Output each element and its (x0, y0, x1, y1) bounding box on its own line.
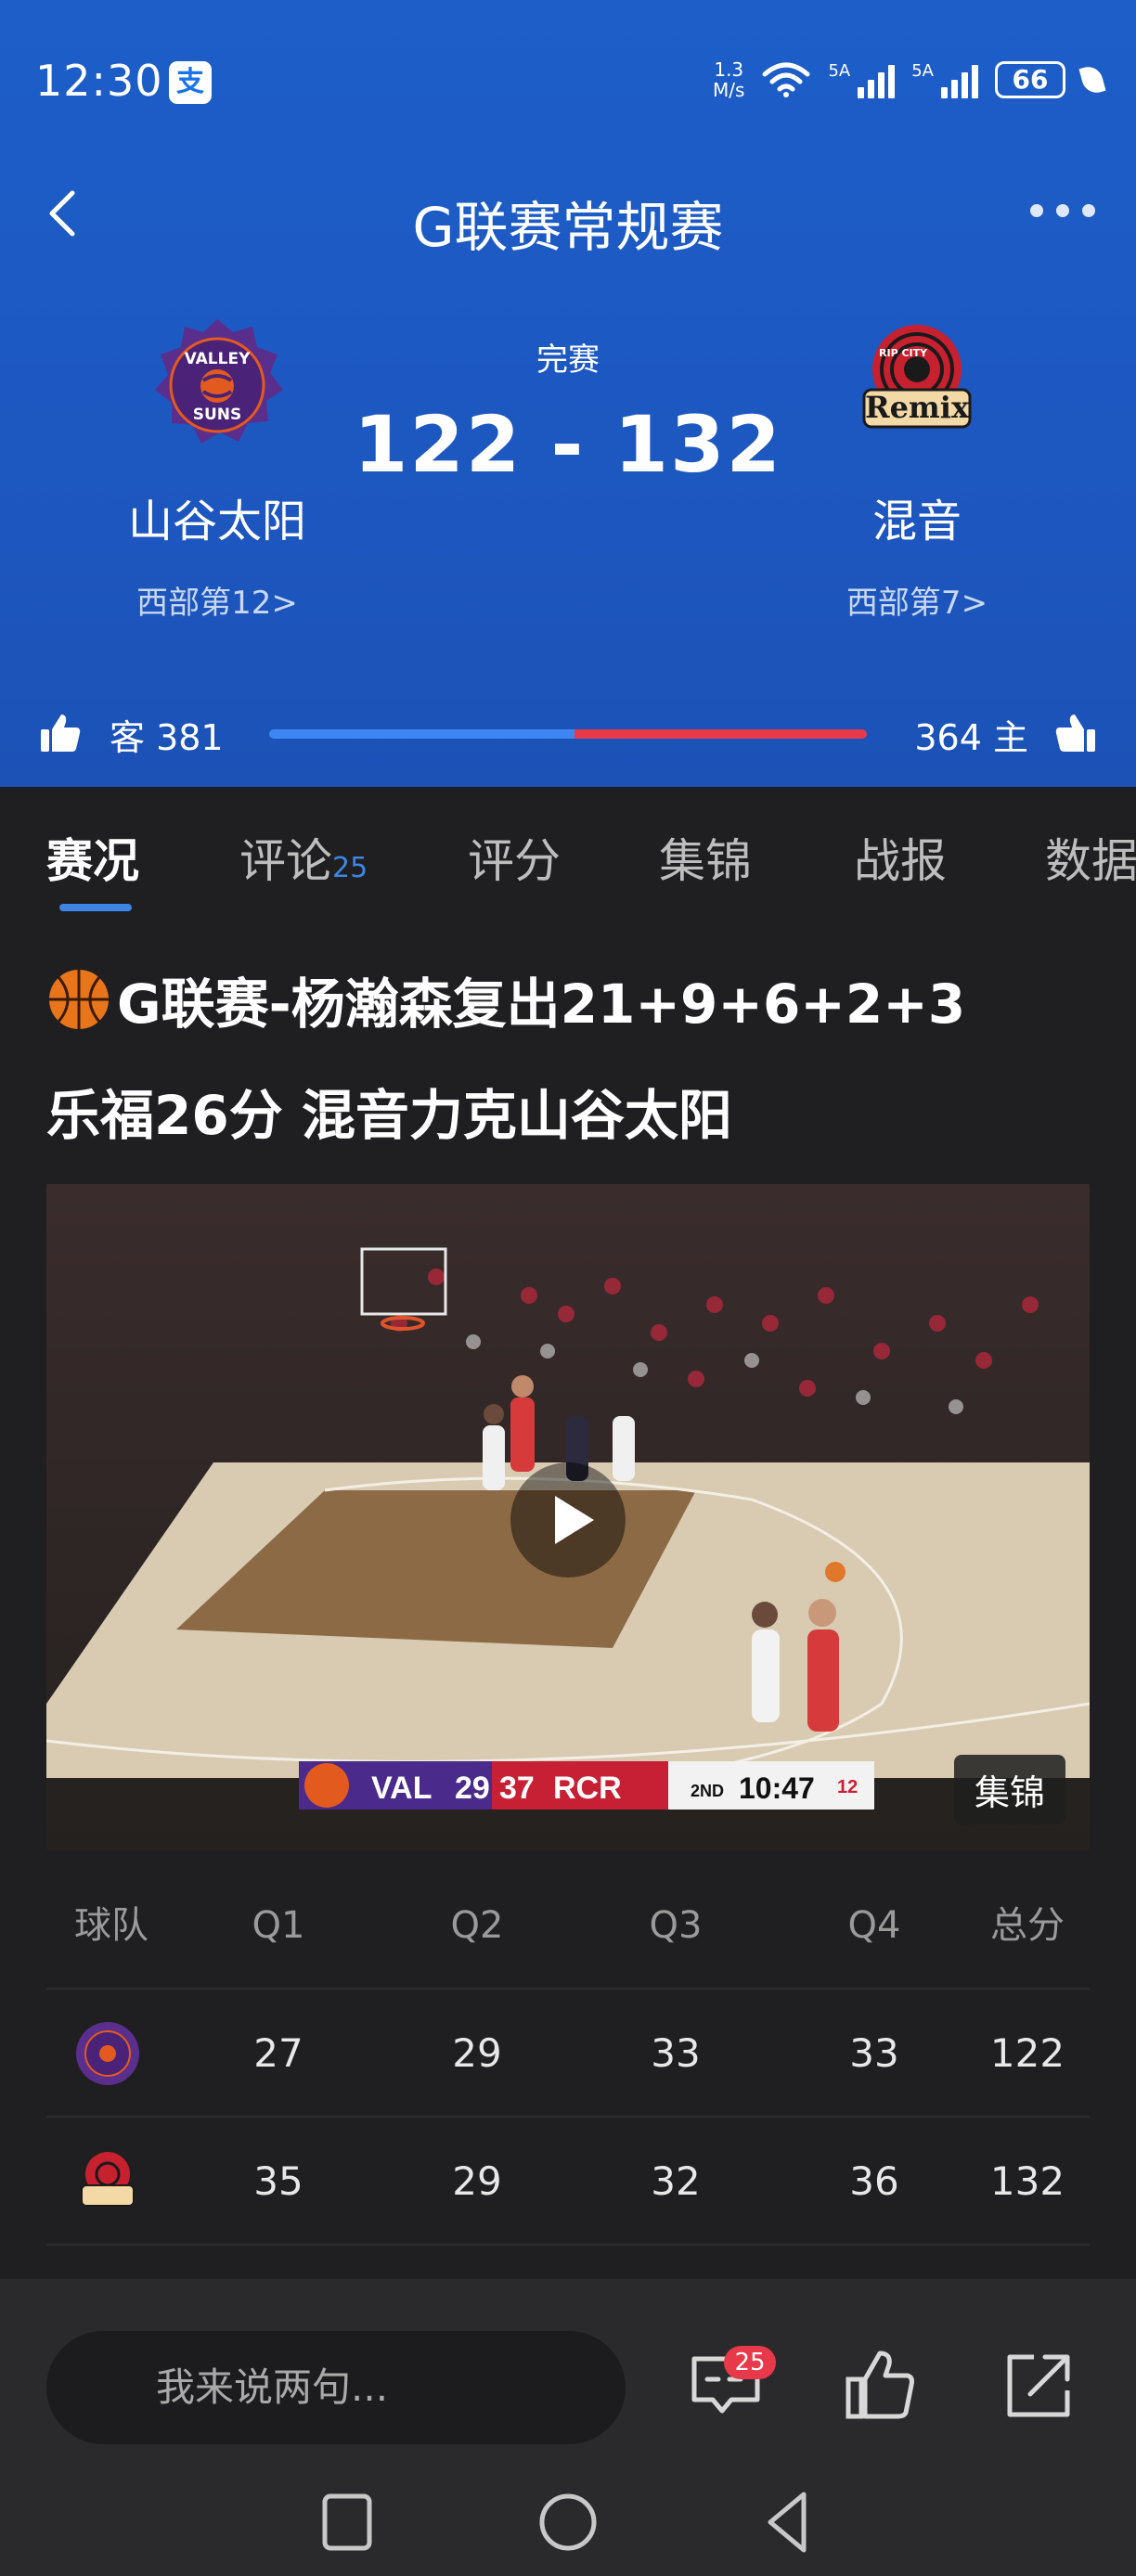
signal-icon-2: 5A (911, 61, 978, 98)
tab-active-indicator (59, 904, 132, 911)
home-vote-count: 364 主 (914, 717, 1028, 758)
svg-text:SUNS: SUNS (193, 406, 242, 424)
home-team[interactable]: RIP CITY Remix 混音 西部第7> (768, 316, 1065, 623)
away-q1: 27 (253, 2030, 303, 2076)
tab-stats[interactable]: 数据 (1045, 824, 1136, 891)
game-header: 12:30 支 1.3 M/s 5A 5A 66 G联赛常规赛 完赛 122 -… (0, 0, 1136, 787)
home-icon[interactable] (531, 2485, 605, 2559)
svg-text:RCR: RCR (553, 1771, 622, 1806)
header-q2: Q2 (450, 1904, 504, 1947)
comment-count: 25 (332, 852, 368, 884)
vote-ratio-bar (269, 729, 867, 739)
status-time: 12:30 (35, 56, 163, 106)
highlight-video[interactable]: VAL 29 37 RCR 2ND 10:47 12 集锦 (46, 1184, 1090, 1850)
status-indicators: 1.3 M/s 5A 5A 66 (713, 58, 1106, 101)
home-q2: 29 (452, 2158, 502, 2204)
tab-ratings[interactable]: 评分 (468, 824, 561, 891)
svg-text:2ND: 2ND (691, 1782, 724, 1800)
power-saving-icon (1078, 63, 1106, 97)
header-q1: Q1 (252, 1904, 305, 1947)
tab-bar: 赛况 评论25 评分 集锦 战报 数据 (0, 787, 1136, 917)
table-header-row: 球队 Q1 Q2 Q3 Q4 总分 (46, 1861, 1090, 1990)
headline-line-2: 乐福26分 混音力克山谷太阳 (46, 1084, 732, 1147)
away-vote-count: 客 381 (110, 717, 224, 758)
battery-icon: 66 (995, 61, 1065, 98)
home-thumbs-up-icon[interactable] (1054, 711, 1097, 753)
tab-report[interactable]: 战报 (854, 824, 947, 891)
nav-bar: G联赛常规赛 (0, 167, 1136, 260)
rip-city-remix-logo (81, 2152, 135, 2207)
home-q1: 35 (253, 2158, 303, 2204)
away-q2: 29 (452, 2030, 502, 2076)
like-icon[interactable] (843, 2348, 917, 2422)
home-team-rank[interactable]: 西部第7> (768, 577, 1065, 623)
net-speed: 1.3 M/s (713, 58, 745, 101)
headline-line-1: G联赛-杨瀚森复出21+9+6+2+3 (117, 972, 966, 1036)
header-q3: Q3 (649, 1904, 703, 1947)
valley-suns-logo (76, 2022, 139, 2085)
play-button[interactable] (510, 1462, 626, 1578)
more-icon[interactable] (1030, 204, 1095, 217)
away-team-name: 山谷太阳 (127, 496, 306, 547)
home-team-name: 混音 (871, 496, 962, 547)
recent-apps-icon[interactable] (310, 2485, 384, 2559)
basketball-icon (46, 967, 111, 1032)
quarter-score-table: 球队 Q1 Q2 Q3 Q4 总分 27 29 33 33 122 35 29 … (46, 1861, 1090, 2246)
away-total: 122 (989, 2030, 1065, 2076)
highlight-tag: 集锦 (953, 1755, 1065, 1824)
header-team: 球队 (74, 1904, 148, 1947)
page-title: G联赛常规赛 (412, 196, 724, 259)
comment-input[interactable]: 我来说两句... (46, 2331, 626, 2444)
video-scorebug: VAL 29 37 RCR 2ND 10:47 12 (299, 1761, 874, 1810)
away-q3: 33 (651, 2030, 701, 2076)
comment-badge: 25 (724, 2346, 776, 2379)
header-total: 总分 (990, 1904, 1065, 1947)
valley-suns-logo: VALLEY SUNS (148, 316, 287, 455)
signal-icon-1: 5A (828, 61, 896, 98)
home-q3: 32 (651, 2158, 701, 2204)
svg-text:29: 29 (455, 1771, 490, 1806)
home-q4: 36 (849, 2158, 899, 2204)
table-row: 35 29 32 36 132 (46, 2118, 1090, 2246)
alipay-icon: 支 (169, 61, 212, 104)
rip-city-remix-logo: RIP CITY Remix (847, 316, 987, 455)
news-headline[interactable]: G联赛-杨瀚森复出21+9+6+2+3 乐福26分 混音力克山谷太阳 (46, 948, 1086, 1171)
away-team[interactable]: VALLEY SUNS 山谷太阳 西部第12> (69, 316, 366, 623)
wifi-icon (762, 62, 810, 97)
away-team-rank[interactable]: 西部第12> (69, 577, 366, 623)
svg-text:10:47: 10:47 (739, 1771, 815, 1805)
bottom-bar: 我来说两句... 25 (0, 2279, 1136, 2576)
table-row: 27 29 33 33 122 (46, 1990, 1090, 2118)
svg-text:VALLEY: VALLEY (185, 350, 251, 368)
svg-text:12: 12 (837, 1777, 858, 1797)
play-icon (555, 1496, 594, 1544)
share-icon[interactable] (1002, 2348, 1077, 2422)
tab-comments[interactable]: 评论25 (239, 824, 368, 891)
svg-text:Remix: Remix (865, 390, 970, 425)
svg-text:VAL: VAL (371, 1771, 432, 1806)
back-nav-icon[interactable] (752, 2485, 826, 2559)
tab-highlights[interactable]: 集锦 (659, 824, 752, 891)
away-vote-bar (269, 729, 575, 739)
system-nav-bar (0, 2485, 1136, 2559)
support-votes: 客 381 364 主 (0, 702, 1136, 768)
status-bar: 12:30 支 1.3 M/s 5A 5A 66 (0, 0, 1136, 158)
svg-text:RIP CITY: RIP CITY (879, 347, 928, 359)
tab-game-status[interactable]: 赛况 (46, 824, 139, 891)
header-q4: Q4 (847, 1904, 901, 1947)
away-q4: 33 (849, 2030, 899, 2076)
away-thumbs-up-icon[interactable] (39, 711, 82, 753)
svg-text:37: 37 (499, 1771, 535, 1806)
home-vote-bar (574, 729, 867, 739)
game-detail-page: 12:30 支 1.3 M/s 5A 5A 66 G联赛常规赛 完赛 122 -… (0, 0, 1136, 2576)
home-total: 132 (989, 2158, 1065, 2204)
